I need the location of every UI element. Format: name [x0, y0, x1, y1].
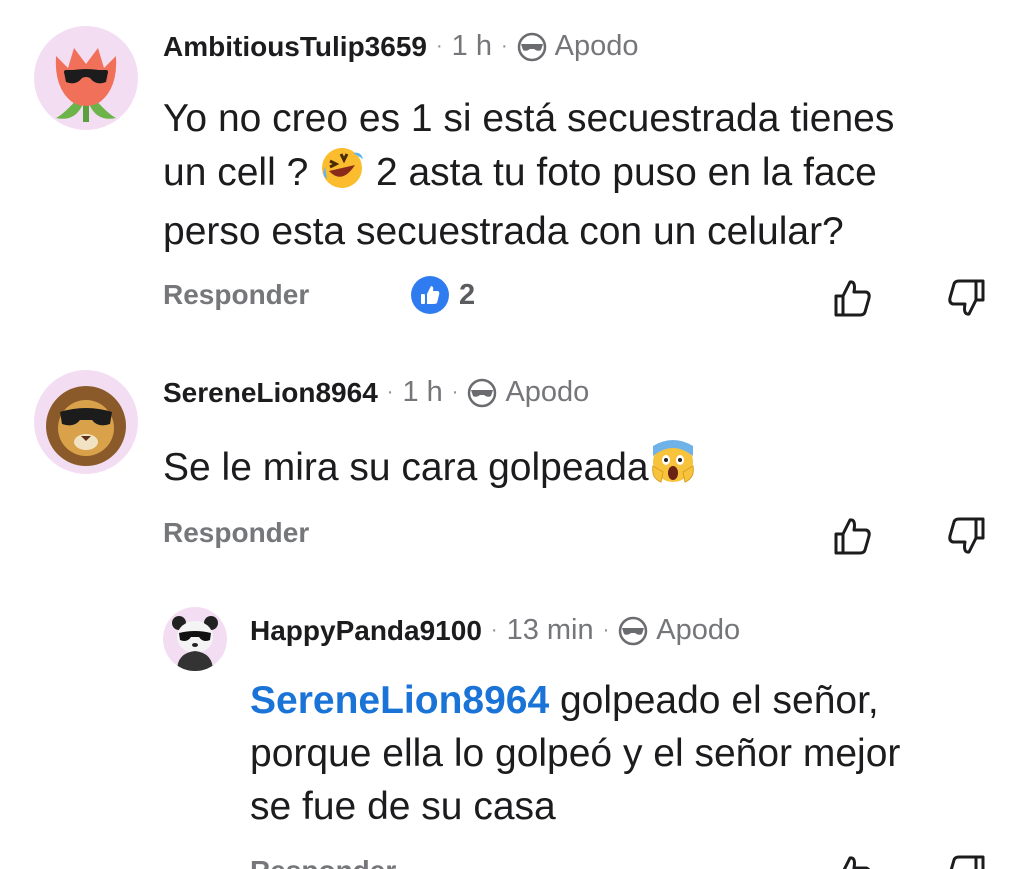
- thumbs-down-icon[interactable]: [943, 850, 991, 869]
- comment-text: Yo no creo es 1 si está secuestrada tien…: [163, 92, 993, 258]
- timestamp: 1 h: [451, 30, 492, 62]
- comment-actions: Responder 2: [0, 272, 1024, 322]
- separator-dot: ·: [500, 35, 508, 57]
- lion-avatar[interactable]: [34, 370, 138, 474]
- comment-line: porque ella lo golpeó y el señor mejor: [250, 732, 901, 775]
- username[interactable]: SereneLion8964: [163, 377, 378, 409]
- sunglasses-mask-icon: [467, 378, 497, 408]
- thumbs-up-icon[interactable]: [828, 274, 876, 322]
- panda-avatar[interactable]: [163, 607, 227, 671]
- sunglasses-mask-icon: [618, 616, 648, 646]
- nickname-tag: Apodo: [656, 614, 741, 646]
- separator-dot: ·: [435, 35, 443, 57]
- like-count: 2: [459, 278, 476, 311]
- user-mention-link[interactable]: SereneLion8964: [250, 679, 549, 722]
- comment-actions: Responder: [0, 848, 1024, 869]
- nickname-tag: Apodo: [554, 30, 639, 62]
- screaming-face-emoji: [649, 438, 697, 500]
- nickname-tag: Apodo: [505, 376, 590, 408]
- comment-line: SereneLion8964 golpeado el señor,: [250, 679, 879, 722]
- reply-button[interactable]: Responder: [250, 855, 396, 869]
- reply-button[interactable]: Responder: [163, 279, 309, 311]
- like-badge-icon: [411, 276, 449, 314]
- tulip-avatar[interactable]: [34, 26, 138, 130]
- timestamp: 1 h: [402, 376, 443, 408]
- thumbs-up-icon[interactable]: [828, 850, 876, 869]
- comment-line: se fue de su casa: [250, 785, 556, 828]
- comment-line: perso esta secuestrada con un celular?: [163, 210, 844, 253]
- thumbs-up-icon[interactable]: [828, 512, 876, 560]
- comment-text: SereneLion8964 golpeado el señor, porque…: [250, 674, 1000, 833]
- comment-actions: Responder: [0, 510, 1024, 560]
- comment-text: Se le mira su cara golpeada: [163, 438, 993, 500]
- comment-line: Yo no creo es 1 si está secuestrada tien…: [163, 97, 895, 140]
- like-summary[interactable]: 2: [411, 276, 475, 314]
- reply-button[interactable]: Responder: [163, 517, 309, 549]
- separator-dot: ·: [386, 381, 394, 403]
- timestamp: 13 min: [506, 614, 594, 646]
- username[interactable]: HappyPanda9100: [250, 615, 482, 647]
- separator-dot: ·: [490, 619, 498, 641]
- thumbs-down-icon[interactable]: [943, 512, 991, 560]
- separator-dot: ·: [451, 381, 459, 403]
- comment-meta: AmbitiousTulip3659 · 1 h · Apodo: [163, 30, 639, 63]
- sunglasses-mask-icon: [517, 32, 547, 62]
- comment-meta: SereneLion8964 · 1 h · Apodo: [163, 376, 589, 409]
- comment-meta: HappyPanda9100 · 13 min · Apodo: [250, 614, 740, 647]
- username[interactable]: AmbitiousTulip3659: [163, 31, 427, 63]
- thumbs-down-icon[interactable]: [943, 274, 991, 322]
- comment-line: Se le mira su cara golpeada: [163, 446, 649, 489]
- comment-line: un cell ? 2 asta tu foto puso en la face: [163, 145, 993, 205]
- rolling-laughing-emoji: [319, 145, 365, 205]
- separator-dot: ·: [602, 619, 610, 641]
